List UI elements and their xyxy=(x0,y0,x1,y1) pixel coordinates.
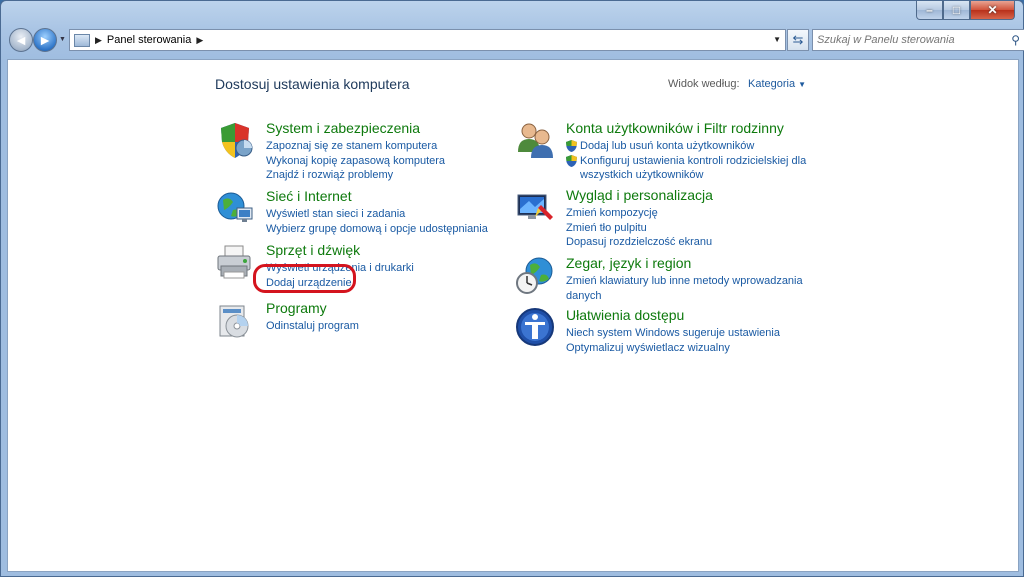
link-windows-suggest-settings[interactable]: Niech system Windows sugeruje ustawienia xyxy=(566,326,780,341)
category-title[interactable]: Wygląd i personalizacja xyxy=(566,187,713,203)
back-arrow-icon: ◄ xyxy=(14,32,28,48)
category-user-accounts: Konta użytkowników i Filtr rodzinny Doda… xyxy=(515,120,815,182)
minimize-icon: – xyxy=(926,3,933,17)
link-text: Dodaj lub usuń konta użytkowników xyxy=(580,140,755,152)
refresh-icon: ⇆ xyxy=(792,32,804,47)
breadcrumb-control-panel[interactable]: Panel sterowania xyxy=(107,34,191,46)
category-title[interactable]: System i zabezpieczenia xyxy=(266,120,420,136)
category-network-internet: Sieć i Internet Wyświetl stan sieci i za… xyxy=(215,188,515,238)
category-appearance: Wygląd i personalizacja Zmień kompozycję… xyxy=(515,187,815,250)
category-title[interactable]: Ułatwienia dostępu xyxy=(566,307,684,323)
forward-arrow-icon: ► xyxy=(38,32,52,48)
address-dropdown-icon[interactable]: ▼ xyxy=(773,35,781,44)
page-title: Dostosuj ustawienia komputera xyxy=(215,76,410,92)
category-title[interactable]: Sprzęt i dźwięk xyxy=(266,242,360,258)
recent-pages-dropdown[interactable]: ▼ xyxy=(59,36,66,43)
control-panel-icon xyxy=(74,33,90,47)
chevron-down-icon: ▼ xyxy=(798,80,807,89)
uac-shield-icon xyxy=(566,154,577,167)
link-backup-computer[interactable]: Wykonaj kopię zapasową komputera xyxy=(266,154,445,169)
category-system-security: System i zabezpieczenia Zapoznaj się ze … xyxy=(215,120,505,183)
caption-buttons: – □ ✕ xyxy=(916,1,1015,20)
content-pane: Dostosuj ustawienia komputera Widok wedł… xyxy=(7,59,1019,572)
back-button[interactable]: ◄ xyxy=(9,28,33,52)
navigation-bar: ◄ ► ▼ ▶ Panel sterowania ▶ ▼ ⇆ ⚲ xyxy=(7,26,1024,56)
accessibility-icon xyxy=(516,308,554,346)
category-title[interactable]: Zegar, język i region xyxy=(566,255,691,271)
shield-icon xyxy=(221,123,253,158)
link-add-remove-accounts[interactable]: Dodaj lub usuń konta użytkowników xyxy=(566,139,806,154)
breadcrumb-chevron-icon[interactable]: ▶ xyxy=(196,35,203,46)
link-troubleshoot[interactable]: Znajdź i rozwiąż problemy xyxy=(266,168,445,183)
link-optimize-display[interactable]: Optymalizuj wyświetlacz wizualny xyxy=(566,341,780,356)
close-icon: ✕ xyxy=(987,3,998,17)
network-globe-icon xyxy=(217,192,253,222)
category-title[interactable]: Sieć i Internet xyxy=(266,188,352,204)
search-box[interactable]: ⚲ xyxy=(812,29,1024,51)
view-by-label: Widok według: xyxy=(668,78,740,90)
link-parental-controls[interactable]: Konfiguruj ustawienia kontroli rodziciel… xyxy=(566,154,806,169)
programs-icon xyxy=(219,305,249,338)
category-title[interactable]: Konta użytkowników i Filtr rodzinny xyxy=(566,120,784,136)
monitor-paint-icon xyxy=(517,194,553,220)
link-change-theme[interactable]: Zmień kompozycję xyxy=(566,206,712,221)
search-input[interactable] xyxy=(817,34,1002,46)
link-homegroup-sharing[interactable]: Wybierz grupę domową i opcje udostępnian… xyxy=(266,222,488,237)
minimize-button[interactable]: – xyxy=(916,1,943,20)
clock-globe-icon xyxy=(516,257,553,294)
users-icon xyxy=(518,123,553,158)
category-title[interactable]: Programy xyxy=(266,300,327,316)
category-ease-of-access: Ułatwienia dostępu Niech system Windows … xyxy=(515,307,815,357)
control-panel-window: – □ ✕ ◄ ► ▼ ▶ Panel sterowania ▶ ▼ ⇆ ⚲ D… xyxy=(0,0,1024,577)
category-programs: Programy Odinstaluj program xyxy=(215,300,515,345)
link-screen-resolution[interactable]: Dopasuj rozdzielczość ekranu xyxy=(566,235,712,250)
maximize-icon: □ xyxy=(952,3,961,17)
link-text: Konfiguruj ustawienia kontroli rodziciel… xyxy=(580,154,807,167)
breadcrumb-chevron-icon[interactable]: ▶ xyxy=(95,35,102,46)
link-view-computer-status[interactable]: Zapoznaj się ze stanem komputera xyxy=(266,139,445,154)
category-clock-language-region: Zegar, język i region Zmień klawiatury l… xyxy=(515,255,815,305)
close-button[interactable]: ✕ xyxy=(970,1,1015,20)
printer-icon xyxy=(217,245,251,279)
uac-shield-icon xyxy=(566,140,577,152)
link-uninstall-program[interactable]: Odinstaluj program xyxy=(266,319,359,334)
link-change-background[interactable]: Zmień tło pulpitu xyxy=(566,221,712,236)
link-parental-controls-cont[interactable]: wszystkich użytkowników xyxy=(566,168,806,183)
view-by-dropdown[interactable]: Kategoria ▼ xyxy=(748,78,806,90)
forward-button[interactable]: ► xyxy=(33,28,57,52)
address-bar[interactable]: ▶ Panel sterowania ▶ ▼ xyxy=(69,29,786,51)
search-icon[interactable]: ⚲ xyxy=(1011,33,1020,47)
maximize-button[interactable]: □ xyxy=(943,1,970,20)
red-highlight-circle xyxy=(253,264,356,293)
refresh-button[interactable]: ⇆ xyxy=(787,29,809,51)
link-change-keyboards[interactable]: Zmień klawiatury lub inne metody wprowad… xyxy=(566,274,803,289)
view-by-value: Kategoria xyxy=(748,78,796,90)
link-network-status[interactable]: Wyświetl stan sieci i zadania xyxy=(266,207,488,222)
link-change-keyboards-cont[interactable]: danych xyxy=(566,289,803,304)
